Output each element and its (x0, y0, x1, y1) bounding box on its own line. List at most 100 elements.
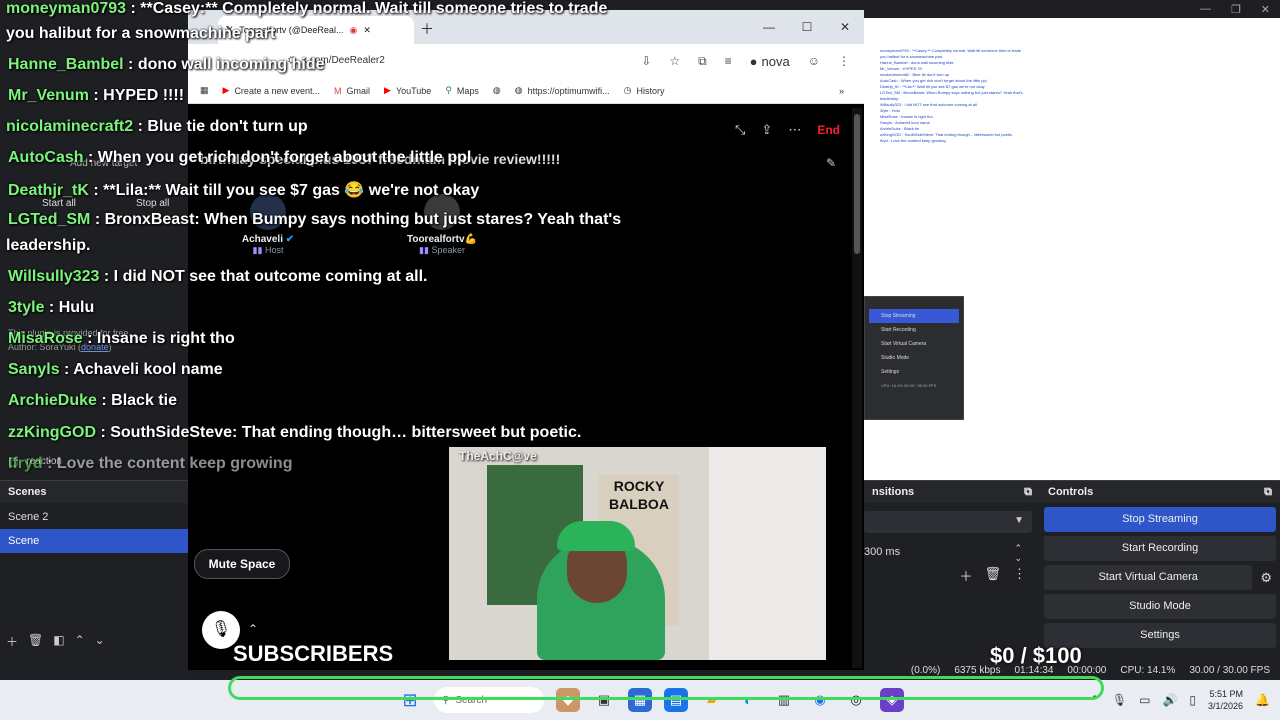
chat-user: Sanyls (8, 361, 60, 378)
add-icon[interactable]: ＋ (6, 633, 18, 650)
poster-line: BALBOA (609, 496, 669, 512)
minimize-space-icon[interactable]: ⤡ (735, 122, 745, 138)
bookmark-history[interactable]: ◷ History (624, 85, 665, 96)
page-scrollbar[interactable] (852, 108, 862, 668)
restore-icon[interactable]: ❐ (1231, 3, 1241, 16)
chat-line: leadership. (6, 237, 90, 255)
share-icon[interactable]: ⇪ (761, 122, 772, 138)
chevron-up-icon[interactable]: ⌃ (248, 622, 258, 636)
controls-dock: Controls ⧉ Stop Streaming Start Recordin… (1040, 480, 1280, 660)
chat-line: Mr_Venum : HYPED !!!! (8, 87, 184, 105)
chat-line: Deathjr_tK : **Lila:** Wait till you see… (8, 180, 479, 200)
profile-chip[interactable]: ● nova (750, 54, 790, 69)
battery-icon[interactable]: ▯ (1189, 693, 1196, 707)
bookmark-maps[interactable]: ⚲ Maps (445, 85, 479, 96)
scenes-dock: Scenes Scene 2 Scene ＋ 🗑 ◧ ⌃ ⌄ (0, 480, 188, 680)
menu-icon[interactable]: ⋮ (838, 54, 850, 68)
chat-message: : Love the content keep growing (47, 455, 293, 472)
chat-line: moneyman0793 : **Casey:** Completely nor… (6, 0, 607, 18)
chat-line: Willsully323 : I did NOT see that outcom… (8, 268, 428, 286)
chat-message: : Blue tie don't turn up (137, 118, 308, 135)
fps: 30.00 / 30.00 FPS (1189, 664, 1270, 676)
transitions-header: nsitions (872, 486, 915, 498)
start-recording-button[interactable]: Start Recording (1044, 536, 1276, 561)
bookmark-youtube[interactable]: ▶ YouTube (384, 85, 431, 96)
scenes-header: Scenes (0, 480, 188, 503)
url-field[interactable]: ⛭ x.com/DeeRealer2 (288, 50, 608, 72)
scene-item-scene[interactable]: Scene (0, 529, 188, 553)
chat-message: : Achaveli kool name (64, 361, 223, 378)
chat-user: ArchieDuke (8, 392, 97, 409)
account-icon[interactable]: ☺ (808, 54, 820, 68)
chat-message: : HYPED !!!! (93, 87, 185, 104)
webcam-feed: ROCKY BALBOA TheAchC@ve (449, 447, 826, 660)
mini-stop-streaming: Stop Streaming (869, 309, 959, 323)
chat-line: 3tyle : Hulu (8, 299, 94, 317)
clock-time: 5:51 PM (1209, 689, 1244, 699)
maximize-icon[interactable]: ☐ (788, 20, 826, 34)
clock[interactable]: 5:51 PM 3/1/2026 (1208, 688, 1243, 712)
webcam-person-hat (557, 521, 635, 551)
bookmark-gmail[interactable]: M Gmail (334, 86, 370, 96)
bookmarks-bar: ▦ ▶ Create a new event... M Gmail ▶ YouTube… (188, 78, 864, 104)
chat-user: Deathjr_tK (8, 182, 89, 199)
media-icon[interactable]: ≡ (725, 54, 732, 68)
volume-icon[interactable]: 🔊 (1162, 693, 1177, 707)
scenes-toolbar: ＋ 🗑 ◧ ⌃ ⌄ (0, 633, 105, 650)
apps-icon[interactable]: ▦ (200, 85, 209, 96)
minimize-icon[interactable]: — (1200, 3, 1211, 15)
studio-mode-button[interactable]: Studio Mode (1044, 594, 1276, 619)
transition-select[interactable]: ▼ (864, 511, 1032, 533)
duration-spinbox[interactable]: 300 ms ⌃ ⌄ (864, 541, 1032, 563)
mini-line: LGTed_SM : BronxBeast: When Bumpy says n… (880, 90, 1023, 95)
scene-item-scene-2[interactable]: Scene 2 (0, 505, 188, 529)
chat-line: ArchieDuke : Black tie (8, 392, 177, 410)
speaker-name: Toorealfortv💪 (406, 234, 478, 245)
nova-logo-icon: ● (749, 53, 758, 69)
end-space-button[interactable]: End (817, 123, 840, 137)
undock-icon[interactable]: ⧉ (1024, 481, 1032, 503)
trash-icon[interactable]: 🗑 (28, 633, 43, 650)
undock-icon[interactable]: ⧉ (1264, 481, 1272, 503)
bookmark-optimum[interactable]: ◍ https://optimumwifi... (515, 85, 610, 96)
mic-tray-icon[interactable]: 🎙 (1112, 693, 1127, 707)
more-icon[interactable]: ⋮ (1013, 566, 1026, 585)
more-bookmarks-icon[interactable]: » (839, 86, 844, 96)
chat-user: moneyman0793 (6, 0, 127, 17)
install-icon[interactable]: ⇩ (641, 54, 651, 68)
minimize-icon[interactable]: — (750, 20, 788, 34)
close-icon[interactable]: ✕ (1261, 3, 1270, 16)
bookmark-create-event[interactable]: ▶ Create a new event... (223, 85, 320, 96)
add-icon[interactable]: ＋ (959, 566, 972, 585)
close-tab-icon[interactable]: ✕ (363, 25, 371, 36)
goal-amount: $0 / $100 (990, 643, 1082, 668)
chat-line: LGTed_SM : BronxBeast: When Bumpy says n… (8, 211, 621, 229)
trash-icon[interactable]: 🗑 (984, 566, 1001, 585)
scroll-thumb[interactable] (854, 114, 860, 254)
history-icon: ◷ (623, 85, 632, 95)
recording-icon: ◉ (349, 24, 358, 35)
edit-icon[interactable]: ✎ (826, 156, 836, 170)
start-virtual-camera-button[interactable]: Start Virtual Camera (1044, 565, 1253, 590)
star-icon[interactable]: ☆ (669, 54, 680, 68)
chevron-up-icon[interactable]: ⌃ (75, 633, 85, 650)
stop-streaming-button[interactable]: Stop Streaming (1044, 507, 1276, 532)
chat-line: Ifryd : Love the content keep growing (8, 455, 292, 473)
gear-icon[interactable]: ⚙ (1260, 570, 1272, 586)
mini-line: Ifryd : Love the content keep growing (880, 138, 946, 143)
goal-progress-bar (228, 676, 1104, 700)
notification-bell-icon[interactable]: 🔔 (1255, 693, 1270, 707)
mute-space-button[interactable]: Mute Space (194, 549, 290, 579)
network-icon[interactable]: ▭ (1139, 693, 1150, 707)
more-icon[interactable]: ⋯ (788, 122, 801, 138)
close-icon[interactable]: ✕ (826, 20, 864, 34)
bookmark-globe[interactable]: ◍ (493, 85, 501, 96)
filter-icon[interactable]: ◧ (53, 633, 64, 650)
chevron-down-icon[interactable]: ⌄ (95, 633, 105, 650)
chat-user: Ifryd (8, 455, 43, 472)
new-tab-icon[interactable]: ＋ (420, 19, 434, 39)
audio-wave-icon: ▮▮ (419, 245, 429, 255)
controls-header: Controls (1048, 486, 1094, 498)
chat-message: : **Casey:** Completely normal. Wait til… (130, 0, 608, 17)
extensions-icon[interactable]: ⧉ (698, 54, 707, 69)
